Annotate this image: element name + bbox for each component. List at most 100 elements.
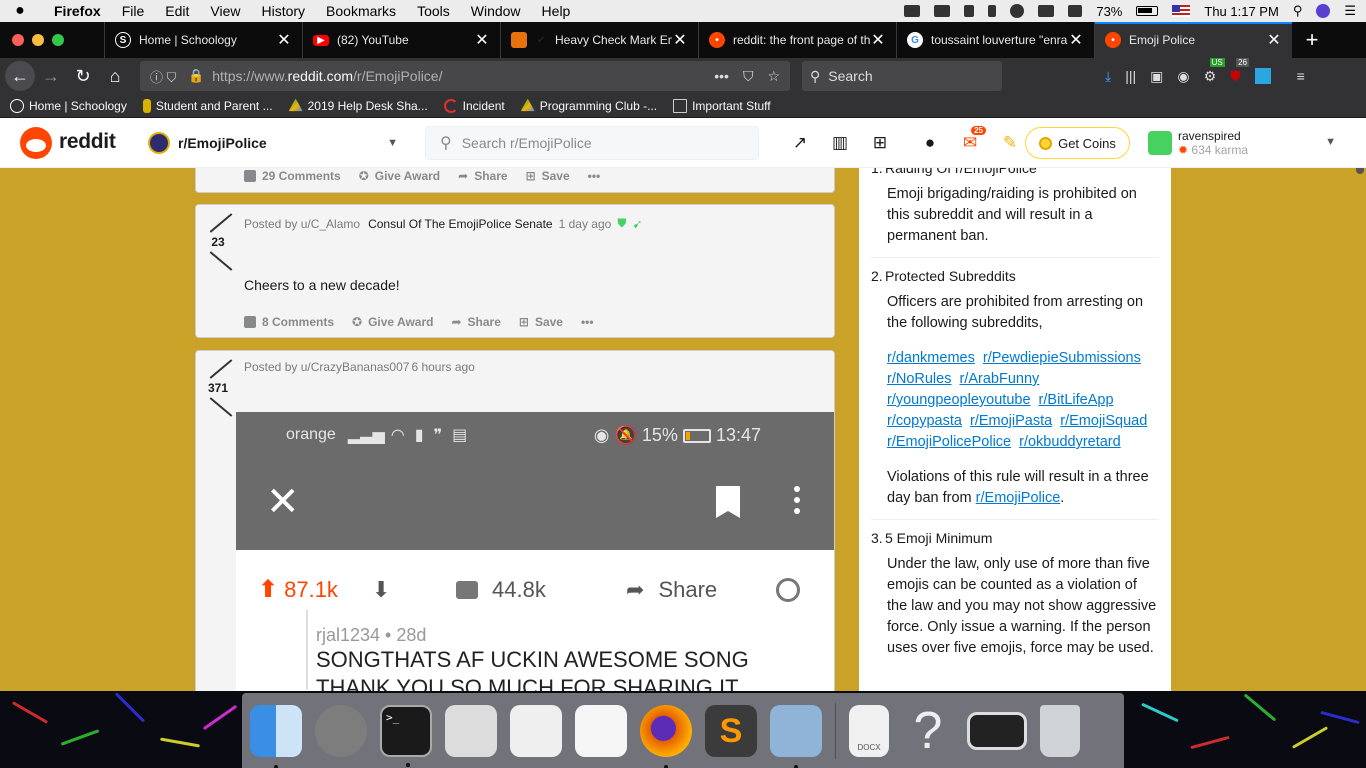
subreddit-link[interactable]: r/EmojiPolice <box>976 490 1061 506</box>
bookmark-star-icon[interactable]: ☆ <box>767 68 780 85</box>
input-source-flag-icon[interactable] <box>1172 5 1191 17</box>
menu-file[interactable]: File <box>111 3 155 19</box>
spotlight-search-icon[interactable]: ⚲ <box>1293 3 1303 19</box>
library-icon[interactable]: ||| <box>1125 68 1136 84</box>
close-tab-icon[interactable]: ✕ <box>276 30 292 50</box>
bookmark-schoology[interactable]: Home | Schoology <box>10 98 127 113</box>
script-editor-icon[interactable] <box>445 704 497 757</box>
page-actions-icon[interactable]: ••• <box>714 68 729 85</box>
close-window-button[interactable] <box>12 34 24 46</box>
popular-trending-icon[interactable]: ↗ <box>780 131 820 155</box>
close-tab-icon[interactable]: ✕ <box>672 30 688 50</box>
battery-percent[interactable]: 73% <box>1096 4 1122 19</box>
zoom-window-button[interactable] <box>52 34 64 46</box>
search-bar[interactable]: ⚲ Search <box>802 61 1002 91</box>
user-dropdown[interactable]: ravenspired ✹ 634 karma ▼ <box>1148 126 1348 160</box>
site-info-icon[interactable]: ⓘ ⛉ <box>150 67 176 86</box>
bookmark-programming-club[interactable]: Programming Club -... <box>520 98 657 113</box>
back-button[interactable]: ← <box>5 61 35 91</box>
tab-reddit-front[interactable]: • reddit: the front page of th ✕ <box>698 22 896 58</box>
new-tab-button[interactable]: + <box>1292 22 1332 58</box>
textedit-icon[interactable] <box>510 704 562 757</box>
close-tab-icon[interactable]: ✕ <box>1068 30 1084 50</box>
reddit-wordmark[interactable]: reddit <box>59 130 116 154</box>
sublime-text-icon[interactable]: S <box>705 704 757 757</box>
upvote-arrow-icon[interactable] <box>205 213 231 233</box>
post-body-text[interactable]: Cheers to a new decade! <box>244 277 400 293</box>
more-options-button[interactable]: ••• <box>581 315 594 329</box>
subreddit-link[interactable]: r/NoRules <box>887 371 951 387</box>
preview-icon[interactable] <box>770 704 822 768</box>
system-preferences-icon[interactable] <box>315 704 367 757</box>
subreddit-link[interactable]: r/PewdiepieSubmissions <box>983 350 1141 366</box>
subreddit-link[interactable]: r/youngpeopleyoutube <box>887 392 1031 408</box>
subreddit-link[interactable]: r/dankmemes <box>887 350 975 366</box>
rule-item[interactable]: 2. Protected Subreddits Officers are proh… <box>871 258 1159 520</box>
downloads-icon[interactable]: ⤓ <box>1105 68 1111 85</box>
post-author[interactable]: Posted by u/CrazyBananas007 <box>244 360 409 374</box>
siri-icon[interactable] <box>1316 4 1331 18</box>
tab-schoology[interactable]: S Home | Schoology ✕ <box>104 22 302 58</box>
comments-button[interactable]: 8 Comments <box>244 315 334 329</box>
airplay-icon[interactable] <box>1038 5 1055 17</box>
downvote-arrow-icon[interactable] <box>205 251 231 271</box>
give-award-button[interactable]: ✪ Give Award <box>359 169 440 183</box>
rule-item[interactable]: 3. 5 Emoji Minimum Under the law, only us… <box>871 520 1159 669</box>
subreddit-link[interactable]: r/okbuddyretard <box>1019 434 1121 450</box>
screenshot-window-icon[interactable] <box>967 711 1027 750</box>
menu-bookmarks[interactable]: Bookmarks <box>315 3 406 19</box>
home-button[interactable]: ⌂ <box>99 60 131 92</box>
tab-google-search[interactable]: G toussaint louverture "enra ✕ <box>896 22 1094 58</box>
sidebar-icon[interactable]: ▣ <box>1150 68 1163 85</box>
bookmark-incident[interactable]: Incident <box>443 98 505 113</box>
menu-window[interactable]: Window <box>460 3 531 19</box>
save-button[interactable]: ⊞ Save <box>526 169 570 183</box>
bookmark-help-desk[interactable]: 2019 Help Desk Sha... <box>288 98 428 113</box>
comments-button[interactable]: 29 Comments <box>244 169 341 183</box>
subreddit-link[interactable]: r/EmojiPasta <box>970 413 1052 429</box>
more-options-button[interactable]: ••• <box>588 169 601 183</box>
menu-icon[interactable]: ≡ <box>1297 68 1305 84</box>
post-card[interactable]: 29 Comments ✪ Give Award ➦ Share ⊞ Save ••• <box>195 168 835 193</box>
chat-icon[interactable]: ● <box>910 131 950 155</box>
reload-button[interactable]: ↻ <box>67 60 99 92</box>
tab-youtube[interactable]: ▶ (82) YouTube ✕ <box>302 22 500 58</box>
subreddit-link[interactable]: r/EmojiPolicePolice <box>887 434 1011 450</box>
pocket-icon[interactable]: ⛉ <box>743 68 754 85</box>
clock[interactable]: Thu 1:17 PM <box>1204 4 1278 19</box>
ublock-icon[interactable]: ⛊ 26 <box>1230 57 1250 85</box>
menu-app-firefox[interactable]: Firefox <box>40 3 111 19</box>
notification-center-icon[interactable]: ☰ <box>1344 3 1356 19</box>
save-button[interactable]: ⊞ Save <box>519 315 563 329</box>
menu-tools[interactable]: Tools <box>406 3 460 19</box>
menu-view[interactable]: View <box>199 3 250 19</box>
messages-icon[interactable]: ✉ 25 <box>950 126 990 155</box>
tab-emoji-police[interactable]: • Emoji Police ✕ <box>1094 22 1292 58</box>
post-card[interactable]: 371 Posted by u/CrazyBananas007 6 hours … <box>195 350 835 691</box>
reddit-search-input[interactable]: ⚲ Search r/EmojiPolice <box>425 126 759 160</box>
give-award-button[interactable]: ✪ Give Award <box>352 315 433 329</box>
post-time[interactable]: 1 day ago <box>559 217 612 231</box>
subreddit-link[interactable]: r/BitLifeApp <box>1039 392 1114 408</box>
create-post-icon[interactable]: ✎ <box>990 131 1030 155</box>
account-icon[interactable]: ◉ <box>1177 68 1189 85</box>
bookmark-important-stuff[interactable]: Important Stuff <box>673 98 771 113</box>
share-button[interactable]: ➦ Share <box>451 315 500 329</box>
post-card[interactable]: 23 Posted by u/C_Alamo Consul Of The Emo… <box>195 204 835 338</box>
power-icon[interactable] <box>964 5 975 17</box>
bluetooth-icon[interactable] <box>988 5 997 17</box>
wifi-icon[interactable] <box>1010 4 1025 18</box>
bookmark-student-parent[interactable]: Student and Parent ... <box>142 98 273 113</box>
close-tab-icon[interactable]: ✕ <box>1266 30 1282 50</box>
post-image[interactable]: orange ▂▃▅ ◠ ▮ ❞ ▤ ◉ 🔕 15% 13:47 ✕ ⬆ 87.… <box>236 412 834 691</box>
notes-icon[interactable] <box>575 704 627 757</box>
downvote-arrow-icon[interactable] <box>205 397 231 417</box>
apple-menu-icon[interactable]: ● <box>0 2 40 20</box>
volume-icon[interactable] <box>1068 5 1083 17</box>
menu-help[interactable]: Help <box>531 3 581 19</box>
upvote-arrow-icon[interactable] <box>205 359 231 379</box>
forward-button[interactable]: → <box>35 60 67 92</box>
help-icon[interactable]: ? <box>902 705 954 757</box>
subreddit-link[interactable]: r/copypasta <box>887 413 962 429</box>
close-tab-icon[interactable]: ✕ <box>474 30 490 50</box>
